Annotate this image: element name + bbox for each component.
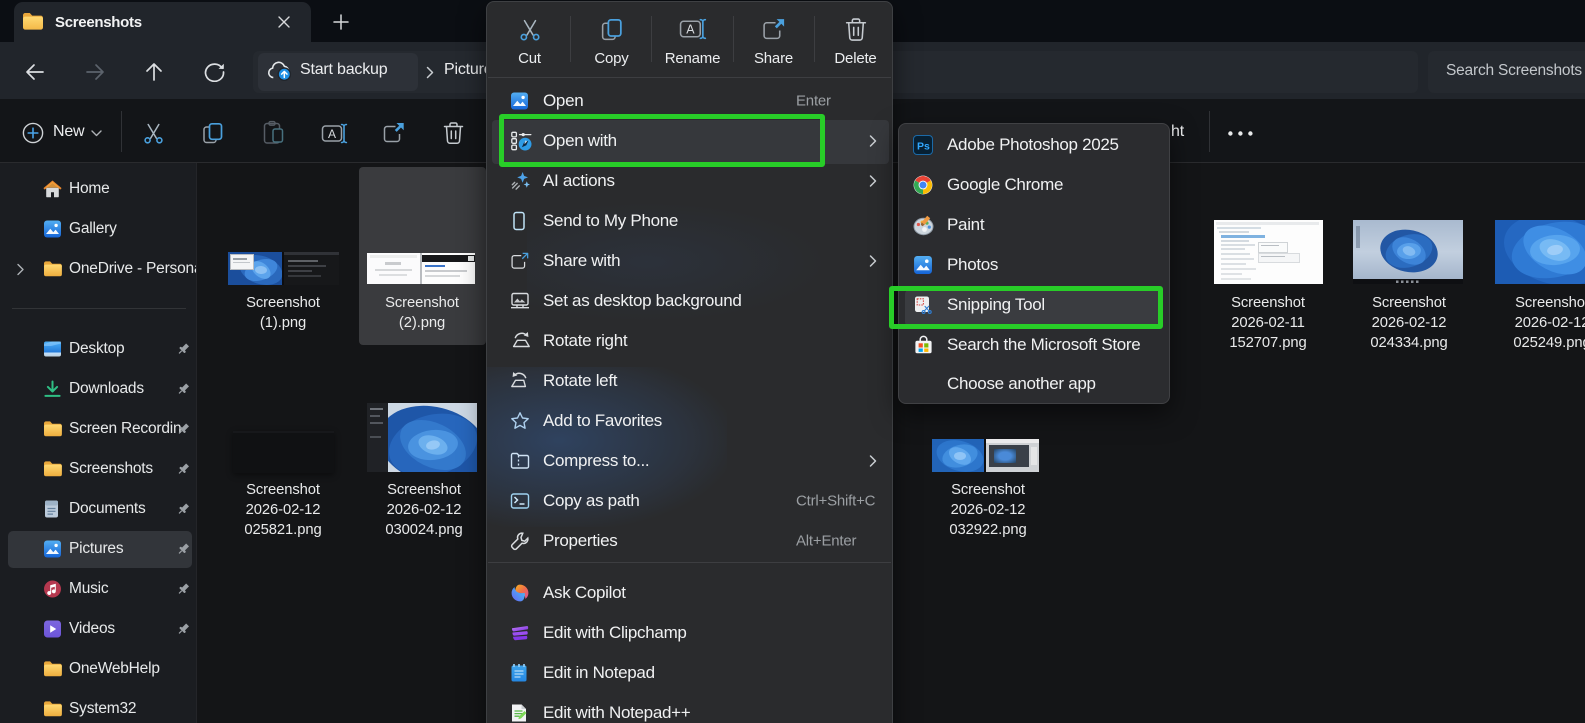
svg-text:A: A [328, 127, 336, 141]
svg-text:A: A [686, 22, 695, 36]
svg-text:Ps: Ps [917, 141, 930, 153]
